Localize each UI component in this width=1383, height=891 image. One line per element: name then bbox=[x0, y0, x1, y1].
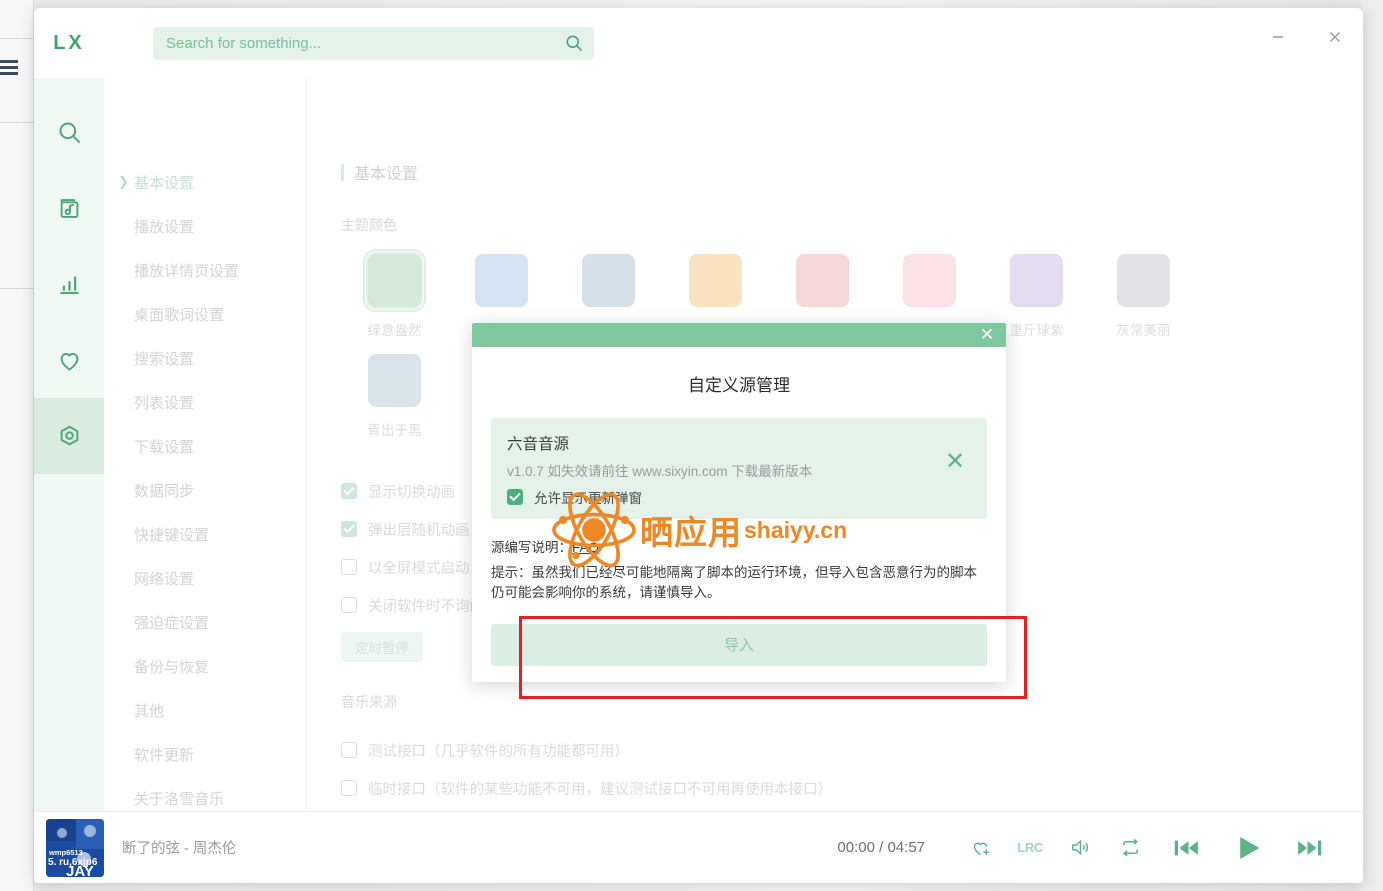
svg-text:JAY: JAY bbox=[66, 863, 94, 877]
favorite-icon[interactable] bbox=[967, 835, 993, 861]
window-controls bbox=[1249, 8, 1363, 66]
player-bar: wmp6513 5. ru,6xjp6 JAY 断了的弦 - 周杰伦 00:00… bbox=[34, 811, 1363, 883]
minimize-button[interactable] bbox=[1249, 8, 1306, 66]
checkbox-icon[interactable] bbox=[507, 489, 523, 505]
hamburger-menu-icon[interactable] bbox=[0, 56, 22, 78]
source-name: 六音音源 bbox=[507, 436, 570, 453]
player-controls: 00:00 / 04:57 LRC bbox=[837, 831, 1341, 865]
source-update-popup-label: 允许显示更新弹窗 bbox=[534, 491, 642, 506]
repeat-icon[interactable] bbox=[1117, 835, 1143, 861]
warning-text: 提示：虽然我们已经尽可能地隔离了脚本的运行环境，但导入包含恶意行为的脚本仍可能会… bbox=[491, 565, 977, 601]
import-button[interactable]: 导入 bbox=[491, 623, 987, 666]
lyric-lrc-icon[interactable]: LRC bbox=[1017, 835, 1043, 861]
modal-title: 自定义源管理 bbox=[688, 376, 790, 395]
search-box[interactable] bbox=[153, 26, 594, 60]
source-remove-icon[interactable]: ✕ bbox=[942, 448, 968, 475]
now-playing-title: 断了的弦 - 周杰伦 bbox=[122, 841, 237, 857]
next-icon[interactable] bbox=[1293, 831, 1327, 865]
custom-source-modal: ✕ 自定义源管理 六音音源 v1.0.7 如失效请前往 www.sixyin.c… bbox=[472, 323, 1006, 682]
play-icon[interactable] bbox=[1231, 831, 1265, 865]
volume-icon[interactable] bbox=[1067, 835, 1093, 861]
faq-line: 源编写说明：FAQ bbox=[491, 536, 987, 556]
lrc-label: LRC bbox=[1017, 840, 1043, 855]
app-window: LX Search for something... ❯ 基本设置 播放设置 播… bbox=[34, 8, 1363, 883]
search-input[interactable] bbox=[166, 34, 564, 52]
modal-header: ✕ bbox=[472, 323, 1006, 347]
source-card: 六音音源 v1.0.7 如失效请前往 www.sixyin.com 下载最新版本… bbox=[491, 418, 987, 519]
search-area bbox=[153, 26, 594, 60]
search-icon[interactable] bbox=[564, 33, 584, 53]
album-cover[interactable]: wmp6513 5. ru,6xjp6 JAY bbox=[46, 818, 104, 877]
modal-overlay: ✕ 自定义源管理 六音音源 v1.0.7 如失效请前往 www.sixyin.c… bbox=[34, 78, 1363, 811]
background-right-strip bbox=[1361, 0, 1383, 891]
source-update-popup-row[interactable]: 允许显示更新弹窗 bbox=[507, 487, 971, 507]
svg-text:wmp6513: wmp6513 bbox=[48, 848, 83, 857]
previous-icon[interactable] bbox=[1169, 831, 1203, 865]
source-version: v1.0.7 如失效请前往 www.sixyin.com 下载最新版本 bbox=[507, 464, 813, 479]
background-app-panel bbox=[0, 0, 34, 891]
modal-close-icon[interactable]: ✕ bbox=[976, 324, 998, 346]
modal-body: 六音音源 v1.0.7 如失效请前往 www.sixyin.com 下载最新版本… bbox=[472, 418, 1006, 682]
faq-prefix: 源编写说明： bbox=[491, 540, 572, 555]
playback-time: 00:00 / 04:57 bbox=[837, 839, 925, 856]
screen-root: LX Search for something... ❯ 基本设置 播放设置 播… bbox=[0, 0, 1383, 891]
app-logo: LX bbox=[53, 31, 85, 54]
title-bar: LX bbox=[34, 8, 1363, 78]
close-button[interactable] bbox=[1306, 8, 1363, 66]
faq-link[interactable]: FAQ bbox=[572, 540, 599, 555]
main-body: ❯ 基本设置 播放设置 播放详情页设置 桌面歌词设置 搜索设置 列表设置 下载设… bbox=[34, 78, 1363, 811]
